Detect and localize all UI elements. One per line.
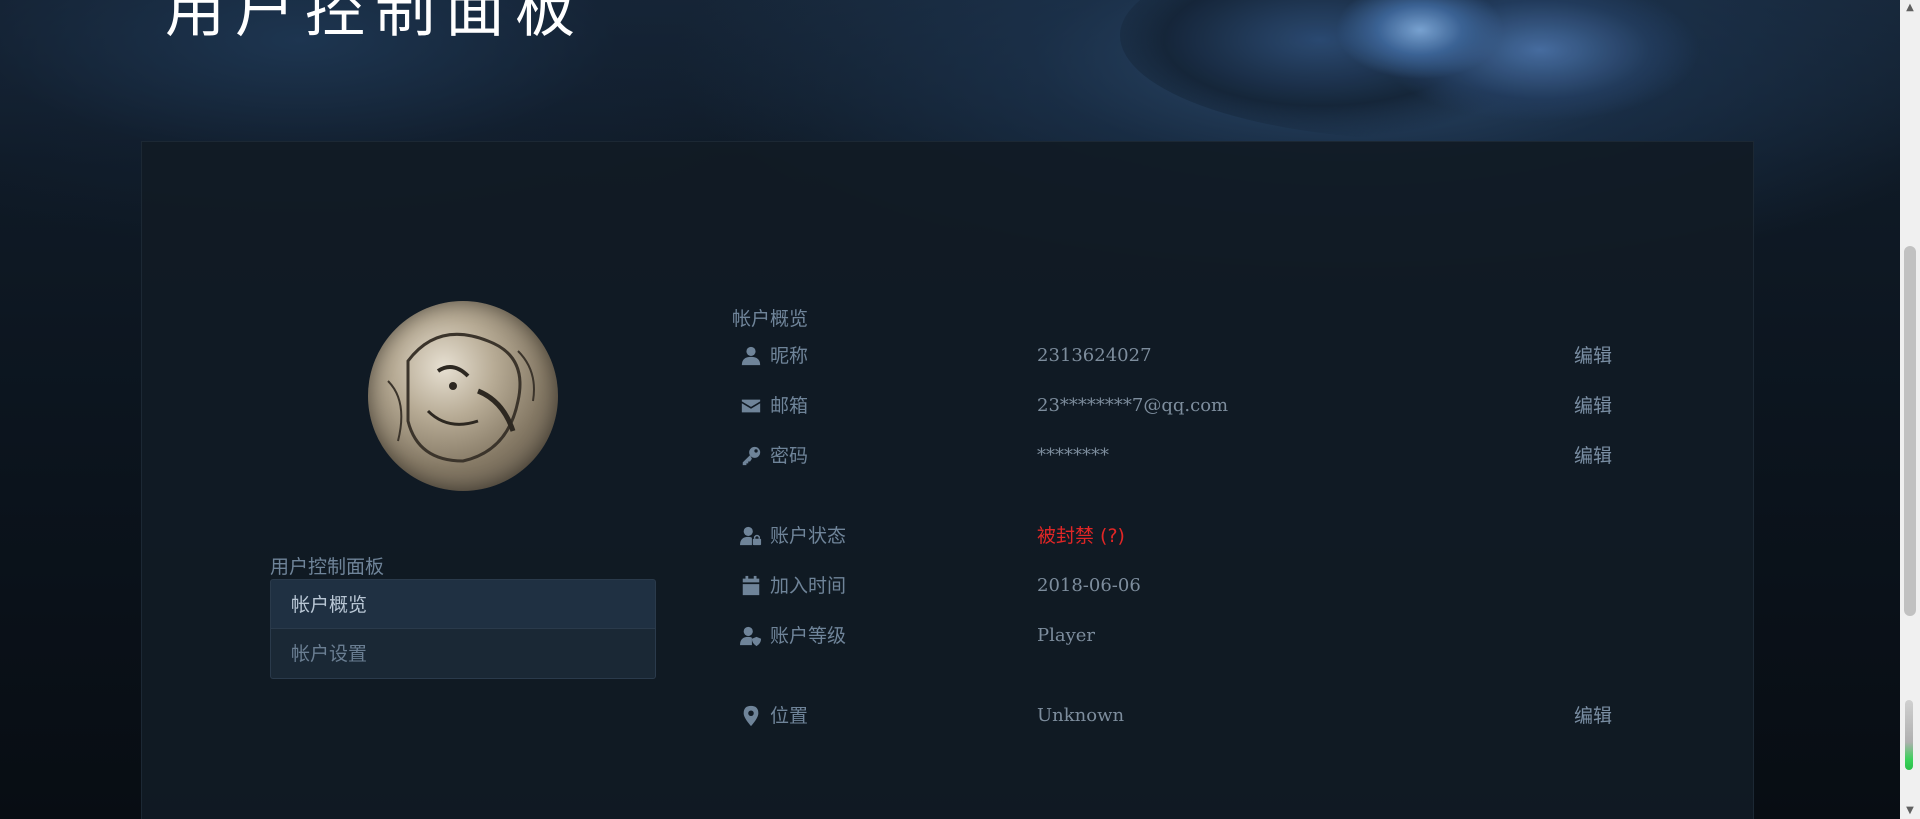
- info-row-nickname: 昵称 2313624027 编辑: [740, 341, 1620, 371]
- page-viewport: 用户控制面板 用户控制面板 帐户概览 帐户设置 帐户概览 昵称 23136240…: [0, 0, 1920, 819]
- page-hero-title: 用户控制面板: [165, 0, 585, 46]
- edit-location-link[interactable]: 编辑: [1574, 701, 1612, 731]
- scroll-indicator: [1905, 700, 1913, 770]
- user-lock-icon: [740, 525, 762, 547]
- user-icon: [740, 345, 762, 367]
- edit-email-link[interactable]: 编辑: [1574, 391, 1612, 421]
- email-label: 邮箱: [770, 395, 809, 417]
- email-value: 23********7@qq.com: [1037, 395, 1229, 416]
- account-status-value[interactable]: 被封禁 (?): [1037, 521, 1125, 551]
- account-status-label: 账户状态: [770, 525, 847, 547]
- edit-nickname-link[interactable]: 编辑: [1574, 341, 1612, 371]
- scrollbar-thumb[interactable]: [1904, 246, 1916, 616]
- sidebar-item-account-settings[interactable]: 帐户设置: [270, 629, 656, 679]
- location-label: 位置: [770, 705, 809, 727]
- info-row-email: 邮箱 23********7@qq.com 编辑: [740, 391, 1620, 421]
- scroll-down-arrow-icon[interactable]: ▼: [1900, 803, 1920, 819]
- info-row-location: 位置 Unknown 编辑: [740, 701, 1620, 731]
- edit-password-link[interactable]: 编辑: [1574, 441, 1612, 471]
- avatar-face-art: [387, 332, 535, 463]
- join-date-value: 2018-06-06: [1037, 575, 1141, 596]
- info-row-account-status: 账户状态 被封禁 (?): [740, 521, 1620, 551]
- map-marker-icon: [740, 705, 762, 727]
- info-row-account-level: 账户等级 Player: [740, 621, 1620, 651]
- section-title-account-overview: 帐户概览: [732, 308, 809, 330]
- sidebar-title: 用户控制面板: [270, 556, 385, 578]
- info-row-join-date: 加入时间 2018-06-06: [740, 571, 1620, 601]
- page-scrollbar[interactable]: ▲ ▼: [1900, 0, 1920, 819]
- avatar: [368, 301, 558, 491]
- hero-armor-art: [1120, 0, 1720, 140]
- password-value: ********: [1037, 445, 1109, 466]
- sidebar-menu: 帐户概览 帐户设置: [270, 579, 656, 679]
- envelope-icon: [740, 395, 762, 417]
- nickname-value: 2313624027: [1037, 345, 1152, 366]
- scroll-up-arrow-icon[interactable]: ▲: [1900, 0, 1920, 16]
- account-level-value: Player: [1037, 625, 1096, 646]
- calendar-icon: [740, 575, 762, 597]
- key-icon: [740, 445, 762, 467]
- sidebar-item-account-overview[interactable]: 帐户概览: [270, 579, 656, 629]
- join-date-label: 加入时间: [770, 575, 847, 597]
- nickname-label: 昵称: [770, 345, 809, 367]
- location-value: Unknown: [1037, 705, 1125, 726]
- account-level-label: 账户等级: [770, 625, 847, 647]
- info-row-password: 密码 ******** 编辑: [740, 441, 1620, 471]
- password-label: 密码: [770, 445, 809, 467]
- user-shield-icon: [740, 625, 762, 647]
